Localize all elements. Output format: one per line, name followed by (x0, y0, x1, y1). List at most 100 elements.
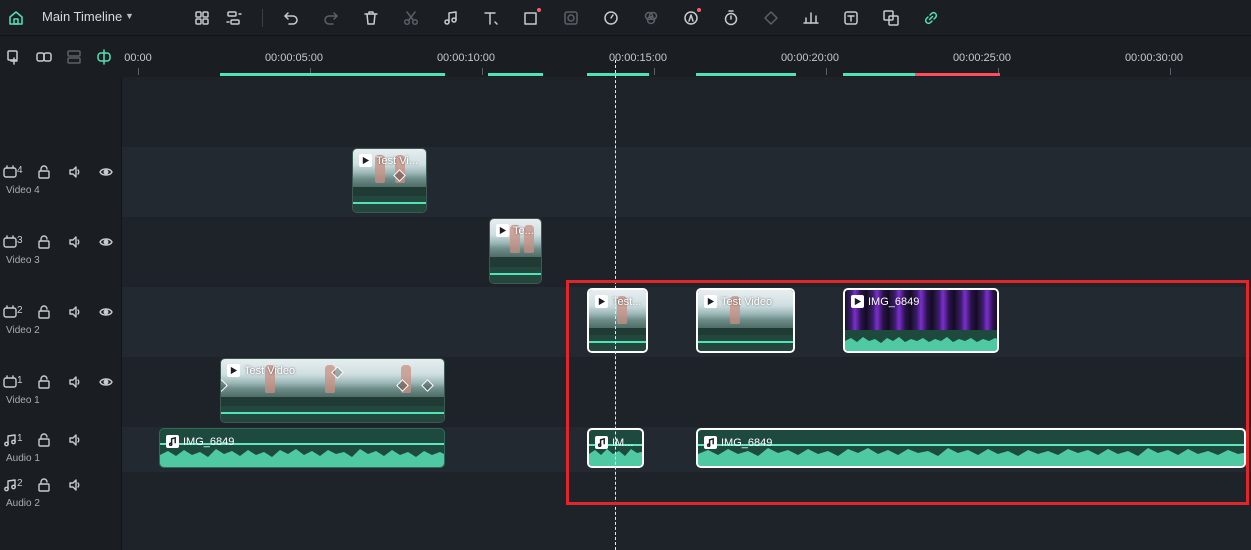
speaker-icon[interactable] (68, 234, 82, 250)
audio-mix-icon[interactable] (800, 7, 822, 29)
eye-icon[interactable] (99, 374, 113, 390)
timeline-ruler[interactable]: 00:00 00:00:05:00 00:00:10:00 00:00:15:0… (122, 37, 1251, 77)
keyframe-icon[interactable] (760, 7, 782, 29)
speaker-icon[interactable] (68, 304, 82, 320)
lock-icon[interactable] (37, 374, 51, 390)
lock-icon[interactable] (37, 432, 51, 448)
ruler-tick (1170, 68, 1171, 75)
ai-icon[interactable] (680, 7, 702, 29)
video-clip-selected[interactable]: IMG_6849 (843, 288, 999, 353)
color-icon[interactable] (640, 7, 662, 29)
eye-icon[interactable] (99, 234, 113, 250)
mask-icon[interactable] (560, 7, 582, 29)
eye-icon[interactable] (99, 304, 113, 320)
video-clip[interactable]: Te... (489, 218, 542, 284)
audio-edit-icon[interactable] (440, 7, 462, 29)
music-note-icon (595, 436, 608, 449)
eye-icon[interactable] (99, 164, 113, 180)
speaker-icon[interactable] (68, 164, 82, 180)
magnet-snap-icon[interactable] (93, 46, 115, 68)
timeline-tracks[interactable]: Test Vi... Te... Test... Test Video IMG_… (122, 77, 1251, 550)
play-icon (227, 364, 240, 377)
redo-icon[interactable] (320, 7, 342, 29)
ruler-label: 00:00 (124, 52, 152, 64)
track-name: Audio 1 (6, 453, 40, 464)
audio-clip[interactable]: IMG_6849 (159, 428, 445, 468)
render-bar (696, 73, 796, 76)
render-bar (488, 73, 543, 76)
main-toolbar: Main Timeline ▼ (0, 0, 1251, 36)
clip-label: IMG_6849 (721, 436, 773, 449)
music-note-icon (3, 477, 17, 493)
crop-icon[interactable] (520, 7, 542, 29)
video-clip-selected[interactable]: Test Video (696, 288, 795, 353)
track-name: Video 2 (6, 325, 40, 336)
speed-icon[interactable] (600, 7, 622, 29)
track-number: 2 (17, 478, 23, 489)
video-clip[interactable]: Test Video (220, 358, 445, 423)
home-icon[interactable] (5, 7, 27, 29)
empty-track-area[interactable] (122, 77, 1251, 147)
timeline-selector[interactable]: Main Timeline (42, 9, 122, 24)
link-clips-icon[interactable] (33, 46, 55, 68)
render-bar (587, 73, 649, 76)
track-number: 1 (17, 433, 23, 444)
ruler-tick (654, 68, 655, 75)
text-icon[interactable] (480, 7, 502, 29)
lane-audio-2[interactable] (122, 472, 1251, 550)
delete-icon[interactable] (360, 7, 382, 29)
add-track-icon[interactable] (3, 46, 25, 68)
track-name: Video 4 (6, 185, 40, 196)
cut-icon[interactable] (400, 7, 422, 29)
ruler-tick (482, 68, 483, 75)
play-icon (496, 224, 509, 237)
speech-to-text-icon[interactable] (840, 7, 862, 29)
ruler-tick (138, 68, 139, 75)
ruler-tick (826, 68, 827, 75)
lock-icon[interactable] (37, 234, 51, 250)
grid-icon[interactable] (191, 7, 213, 29)
audio-waveform (845, 337, 997, 351)
speaker-icon[interactable] (68, 477, 82, 493)
track-manager-icon[interactable] (63, 46, 85, 68)
undo-icon[interactable] (280, 7, 302, 29)
chevron-down-icon[interactable]: ▼ (125, 11, 134, 21)
lane-video-3[interactable] (122, 217, 1251, 287)
audio-waveform (698, 448, 1244, 466)
speaker-icon[interactable] (68, 374, 82, 390)
play-icon (359, 154, 372, 167)
video-clip[interactable]: Test Vi... (352, 148, 427, 213)
music-note-icon (3, 432, 17, 448)
ruler-label: 00:00:15:00 (608, 52, 668, 64)
track-tools (0, 37, 122, 77)
auto-layout-icon[interactable] (223, 7, 245, 29)
play-icon (595, 295, 608, 308)
toolbar-divider (262, 9, 263, 27)
timer-icon[interactable] (720, 7, 742, 29)
play-icon (704, 295, 717, 308)
render-bar (220, 73, 445, 76)
clip-label: Test Video (244, 364, 296, 377)
link-icon[interactable] (920, 7, 942, 29)
track-number: 2 (17, 305, 23, 316)
video-clip-selected[interactable]: Test... (587, 288, 648, 353)
lane-video-4[interactable] (122, 147, 1251, 217)
video-track-icon (3, 304, 17, 320)
translate-icon[interactable] (880, 7, 902, 29)
clip-label: Test Video (721, 295, 773, 308)
play-icon (851, 295, 864, 308)
clip-label: Te... (513, 224, 534, 237)
track-name: Video 1 (6, 395, 40, 406)
playhead[interactable] (615, 60, 616, 550)
lock-icon[interactable] (37, 477, 51, 493)
audio-clip-selected[interactable]: IMG_6849 (696, 428, 1246, 468)
render-bar-error (915, 73, 1000, 76)
lock-icon[interactable] (37, 164, 51, 180)
track-number: 4 (17, 165, 23, 176)
clip-label: Test Vi... (376, 154, 418, 167)
clip-label: Test... (612, 295, 642, 308)
lock-icon[interactable] (37, 304, 51, 320)
track-name: Video 3 (6, 255, 40, 266)
speaker-icon[interactable] (68, 432, 82, 448)
lane-video-2[interactable] (122, 287, 1251, 357)
